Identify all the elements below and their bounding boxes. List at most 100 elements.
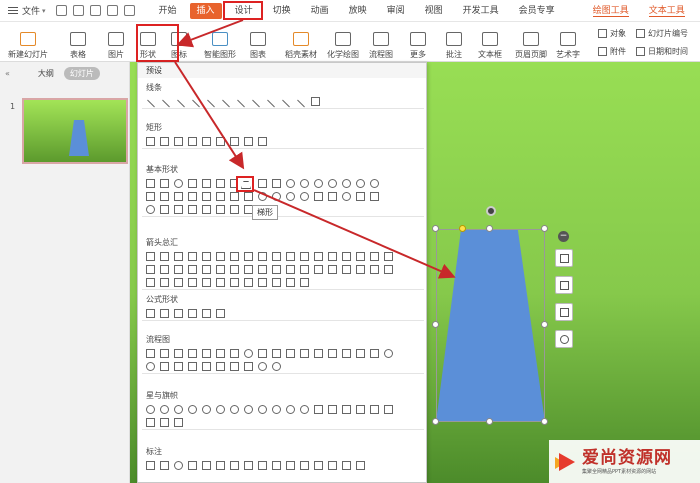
tab-transition[interactable]: 切换 — [263, 0, 301, 22]
section-stars: 星与旗帜 — [138, 389, 426, 430]
resize-handle-br[interactable] — [541, 418, 548, 425]
shape-row — [138, 250, 426, 263]
resize-handle-tl[interactable] — [432, 225, 439, 232]
panel-header: « 大纲 幻灯片 — [0, 62, 129, 84]
resize-handle-t[interactable] — [486, 225, 493, 232]
object-icon — [598, 29, 607, 38]
image-icon — [108, 32, 124, 46]
resize-handle-l[interactable] — [432, 321, 439, 328]
wordart-button[interactable]: 艺术字 — [556, 24, 580, 60]
shape-row — [138, 360, 426, 373]
attachment-icon — [598, 47, 607, 56]
adjust-handle[interactable] — [459, 225, 466, 232]
chemistry-button[interactable]: 化学绘图 — [327, 24, 359, 60]
redo-icon[interactable] — [123, 5, 135, 16]
section-callouts: 标注 — [138, 445, 426, 472]
shape-row — [138, 135, 426, 148]
border-button[interactable] — [555, 303, 573, 321]
shape-row — [138, 263, 426, 276]
thumbnail-trapezoid — [69, 120, 89, 156]
undo-icon[interactable] — [106, 5, 118, 16]
insert-tab-highlight — [223, 1, 263, 20]
more-button[interactable]: 更多 — [410, 24, 426, 60]
print-icon[interactable] — [72, 5, 84, 16]
tab-slideshow[interactable]: 放映 — [339, 0, 377, 22]
chart-icon — [250, 32, 266, 46]
collapse-icon[interactable]: « — [5, 69, 10, 78]
watermark-title: 爱尚资源网 — [582, 448, 672, 468]
smart-art-button[interactable]: 智能图形 — [204, 24, 236, 60]
image-button[interactable]: 图片 — [108, 24, 124, 60]
datetime-button[interactable]: 日期和时间 — [636, 46, 688, 57]
chemistry-icon — [335, 32, 351, 46]
resize-handle-r[interactable] — [541, 321, 548, 328]
chevron-down-icon[interactable]: ▾ — [42, 7, 46, 15]
tab-view[interactable]: 视图 — [415, 0, 453, 22]
resize-handle-tr[interactable] — [541, 225, 548, 232]
section-flowchart: 流程图 — [138, 333, 426, 374]
material-icon — [293, 32, 309, 46]
watermark: 爱尚资源网 集聚全网精品PPT素材资源的网站 — [549, 440, 700, 483]
fill-button[interactable] — [555, 276, 573, 294]
more-icon — [410, 32, 426, 46]
flowchart-button[interactable]: 流程图 — [369, 24, 393, 60]
shape-row — [138, 203, 426, 216]
tab-text-tools[interactable]: 文本工具 — [639, 0, 695, 22]
outline-pen-button[interactable] — [555, 249, 573, 267]
rotate-handle[interactable] — [486, 206, 496, 216]
section-equation: 公式形状 — [138, 293, 426, 321]
play-logo-icon — [553, 449, 579, 475]
tab-slides[interactable]: 幻灯片 — [63, 66, 100, 80]
selection-box — [436, 229, 545, 422]
table-icon — [70, 32, 86, 46]
table-button[interactable]: 表格 — [70, 24, 86, 60]
tab-outline[interactable]: 大纲 — [38, 68, 54, 79]
shape-row — [138, 459, 426, 472]
slide-panel: « 大纲 幻灯片 1 — [0, 62, 130, 483]
fill-icon — [559, 280, 569, 290]
ribbon-toolbar: 新建幻灯片 表格 图片 形状 图标 智能图形 图表 稻壳素材 化学绘图 流程图 … — [0, 22, 700, 62]
resize-handle-b[interactable] — [486, 418, 493, 425]
new-slide-button[interactable]: 新建幻灯片 — [8, 24, 48, 60]
attachment-button[interactable]: 附件 — [598, 46, 626, 57]
tab-member[interactable]: 会员专享 — [509, 0, 565, 22]
trapezoid-icon — [241, 181, 251, 189]
preset-title: 预设 — [138, 63, 426, 78]
section-lines: 线条 — [138, 81, 426, 109]
object-button[interactable]: 对象 — [598, 28, 626, 39]
shape-row — [138, 416, 426, 429]
comment-button[interactable]: 批注 — [446, 24, 462, 60]
section-rectangles: 矩形 — [138, 121, 426, 149]
effects-button[interactable] — [555, 330, 573, 348]
shape-row — [138, 403, 426, 416]
wordart-icon — [560, 32, 576, 46]
resize-handle-bl[interactable] — [432, 418, 439, 425]
shape-row — [138, 190, 426, 203]
comment-icon — [446, 32, 462, 46]
effects-icon — [559, 334, 569, 344]
watermark-subtitle: 集聚全网精品PPT素材资源的网站 — [582, 469, 657, 475]
shape-dropdown: 预设 线条 矩形 基本形状 箭头总汇 公式形状 流程图 星与旗帜 标注 — [137, 62, 427, 483]
collapse-float-icon[interactable]: − — [558, 231, 569, 242]
tab-drawing-tools[interactable]: 绘图工具 — [583, 0, 639, 22]
header-footer-icon — [523, 32, 539, 46]
menu-icon[interactable] — [8, 7, 18, 14]
trapezoid-shape-option[interactable] — [236, 176, 254, 192]
quick-access — [55, 5, 135, 16]
save-icon[interactable] — [55, 5, 67, 16]
slide-number-button[interactable]: 幻灯片编号 — [636, 28, 688, 39]
tab-insert[interactable]: 插入 — [187, 0, 225, 22]
preview-icon[interactable] — [89, 5, 101, 16]
slide-thumbnail[interactable] — [22, 98, 128, 164]
tab-home[interactable]: 开始 — [149, 0, 187, 22]
file-menu[interactable]: 文件 — [22, 4, 40, 17]
chart-button[interactable]: 图表 — [250, 24, 266, 60]
textbox-button[interactable]: 文本框 — [478, 24, 502, 60]
material-button[interactable]: 稻壳素材 — [285, 24, 317, 60]
tab-developer[interactable]: 开发工具 — [453, 0, 509, 22]
header-footer-button[interactable]: 页眉页脚 — [515, 24, 547, 60]
tab-animation[interactable]: 动画 — [301, 0, 339, 22]
menu-bar: 文件 ▾ 开始 插入 设计 切换 动画 放映 审阅 视图 开发工具 会员专享 绘… — [0, 0, 700, 22]
shape-row — [138, 307, 426, 320]
tab-review[interactable]: 审阅 — [377, 0, 415, 22]
